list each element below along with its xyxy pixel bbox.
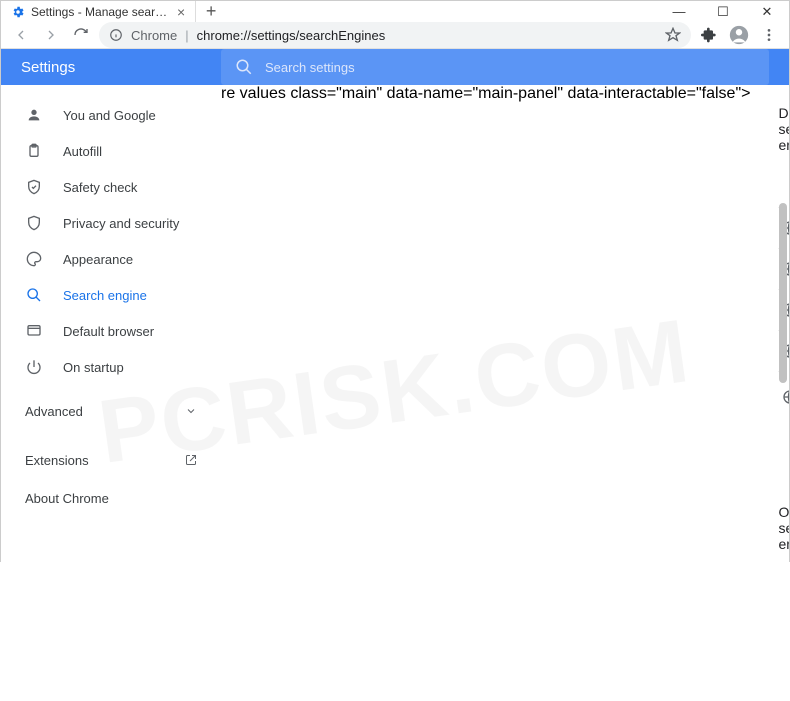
address-bar: Chrome | chrome://settings/searchEngines [1,22,789,49]
sidebar-item-you-and-google[interactable]: You and Google [1,97,221,133]
sidebar-item-label: Extensions [25,453,89,468]
settings-header: Settings Search settings [1,49,789,85]
gear-icon [11,5,25,19]
sidebar-advanced-toggle[interactable]: Advanced [1,391,221,431]
chevron-down-icon [185,405,197,417]
shield-check-icon [25,179,43,195]
settings-sidebar: You and Google Autofill Safety check Pri… [1,85,221,701]
window-titlebar: Settings - Manage search engine × + — ☐ … [1,1,789,22]
maximize-button[interactable]: ☐ [701,1,745,22]
browser-tab[interactable]: Settings - Manage search engine × [1,1,196,22]
url-field[interactable]: Chrome | chrome://settings/searchEngines [99,22,691,48]
search-icon [25,287,43,303]
sidebar-item-label: Appearance [63,252,133,267]
sidebar-item-label: Advanced [25,404,83,419]
shield-icon [25,215,43,231]
close-window-button[interactable]: ✕ [745,1,789,22]
sidebar-item-on-startup[interactable]: On startup [1,349,221,385]
extensions-icon[interactable] [697,23,721,47]
sidebar-item-label: Privacy and security [63,216,179,231]
profile-icon[interactable] [727,23,751,47]
reload-button[interactable] [69,23,93,47]
external-link-icon [185,454,197,466]
menu-icon[interactable] [757,23,781,47]
palette-icon [25,251,43,267]
sidebar-item-label: Autofill [63,144,102,159]
search-settings-input[interactable]: Search settings [221,49,769,85]
sidebar-item-label: Search engine [63,288,147,303]
search-icon [235,58,253,76]
sidebar-item-appearance[interactable]: Appearance [1,241,221,277]
sidebar-item-label: Safety check [63,180,137,195]
sidebar-item-safety-check[interactable]: Safety check [1,169,221,205]
sidebar-item-label: About Chrome [25,491,109,506]
sidebar-item-privacy-security[interactable]: Privacy and security [1,205,221,241]
power-icon [25,359,43,375]
info-icon [109,28,123,42]
sidebar-item-label: On startup [63,360,124,375]
person-icon [25,107,43,123]
forward-button[interactable] [39,23,63,47]
search-placeholder: Search settings [265,60,355,75]
clipboard-icon [25,143,43,159]
browser-icon [25,323,43,339]
page-title: Settings [21,59,201,76]
sidebar-about-chrome[interactable]: About Chrome [1,479,221,517]
sidebar-item-label: Default browser [63,324,154,339]
sidebar-item-autofill[interactable]: Autofill [1,133,221,169]
new-tab-button[interactable]: + [196,1,226,22]
sidebar-extensions-link[interactable]: Extensions [1,441,221,479]
scrollbar-track[interactable] [779,85,787,701]
sidebar-item-default-browser[interactable]: Default browser [1,313,221,349]
sidebar-item-search-engine[interactable]: Search engine [1,277,221,313]
star-icon[interactable] [665,27,681,43]
sidebar-item-label: You and Google [63,108,156,123]
url-scheme: Chrome [131,28,177,43]
url-path: chrome://settings/searchEngines [197,28,386,43]
minimize-button[interactable]: — [657,1,701,22]
scrollbar-thumb[interactable] [779,203,787,383]
tab-title: Settings - Manage search engine [31,5,171,19]
back-button[interactable] [9,23,33,47]
close-icon[interactable]: × [177,4,185,20]
